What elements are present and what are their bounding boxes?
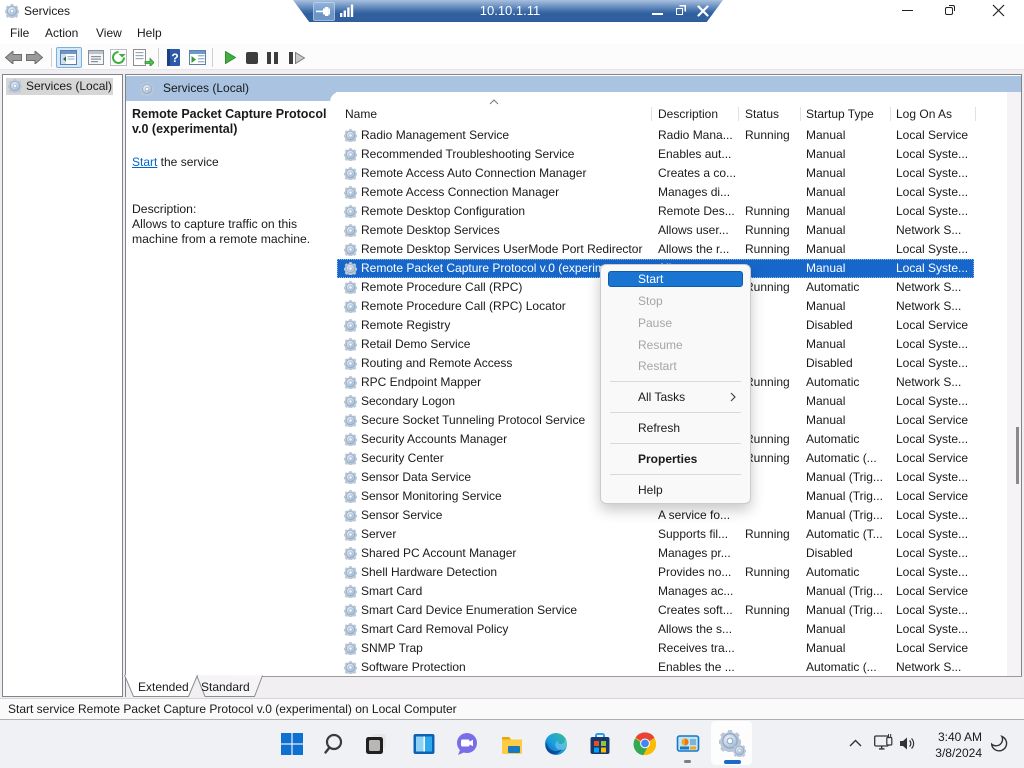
svg-text:?: ? — [171, 51, 178, 65]
